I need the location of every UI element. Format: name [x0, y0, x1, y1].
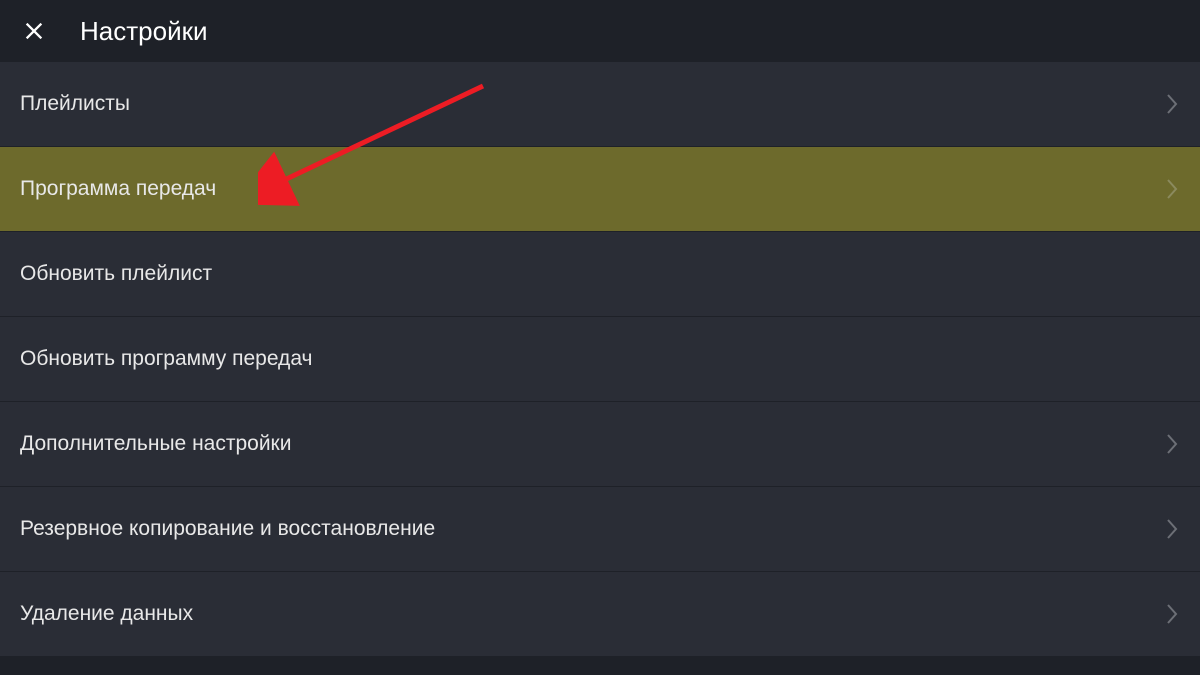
settings-menu: Плейлисты Программа передач Обновить пле…: [0, 62, 1200, 657]
menu-item-label: Обновить плейлист: [20, 262, 212, 286]
menu-item-label: Программа передач: [20, 177, 216, 201]
menu-item-update-playlist[interactable]: Обновить плейлист: [0, 232, 1200, 317]
chevron-right-icon: [1164, 600, 1180, 628]
menu-item-label: Дополнительные настройки: [20, 432, 291, 456]
menu-item-playlists[interactable]: Плейлисты: [0, 62, 1200, 147]
menu-item-tv-guide[interactable]: Программа передач: [0, 147, 1200, 232]
menu-item-backup-restore[interactable]: Резервное копирование и восстановление: [0, 487, 1200, 572]
close-button[interactable]: [20, 17, 48, 45]
menu-item-label: Удаление данных: [20, 602, 193, 626]
menu-item-label: Резервное копирование и восстановление: [20, 517, 435, 541]
menu-item-label: Плейлисты: [20, 92, 130, 116]
menu-item-update-tv-guide[interactable]: Обновить программу передач: [0, 317, 1200, 402]
page-title: Настройки: [80, 16, 208, 47]
menu-item-delete-data[interactable]: Удаление данных: [0, 572, 1200, 657]
chevron-right-icon: [1164, 430, 1180, 458]
menu-item-label: Обновить программу передач: [20, 347, 312, 371]
chevron-right-icon: [1164, 515, 1180, 543]
chevron-right-icon: [1164, 90, 1180, 118]
header: Настройки: [0, 0, 1200, 62]
close-icon: [23, 20, 45, 42]
menu-item-advanced-settings[interactable]: Дополнительные настройки: [0, 402, 1200, 487]
chevron-right-icon: [1164, 175, 1180, 203]
